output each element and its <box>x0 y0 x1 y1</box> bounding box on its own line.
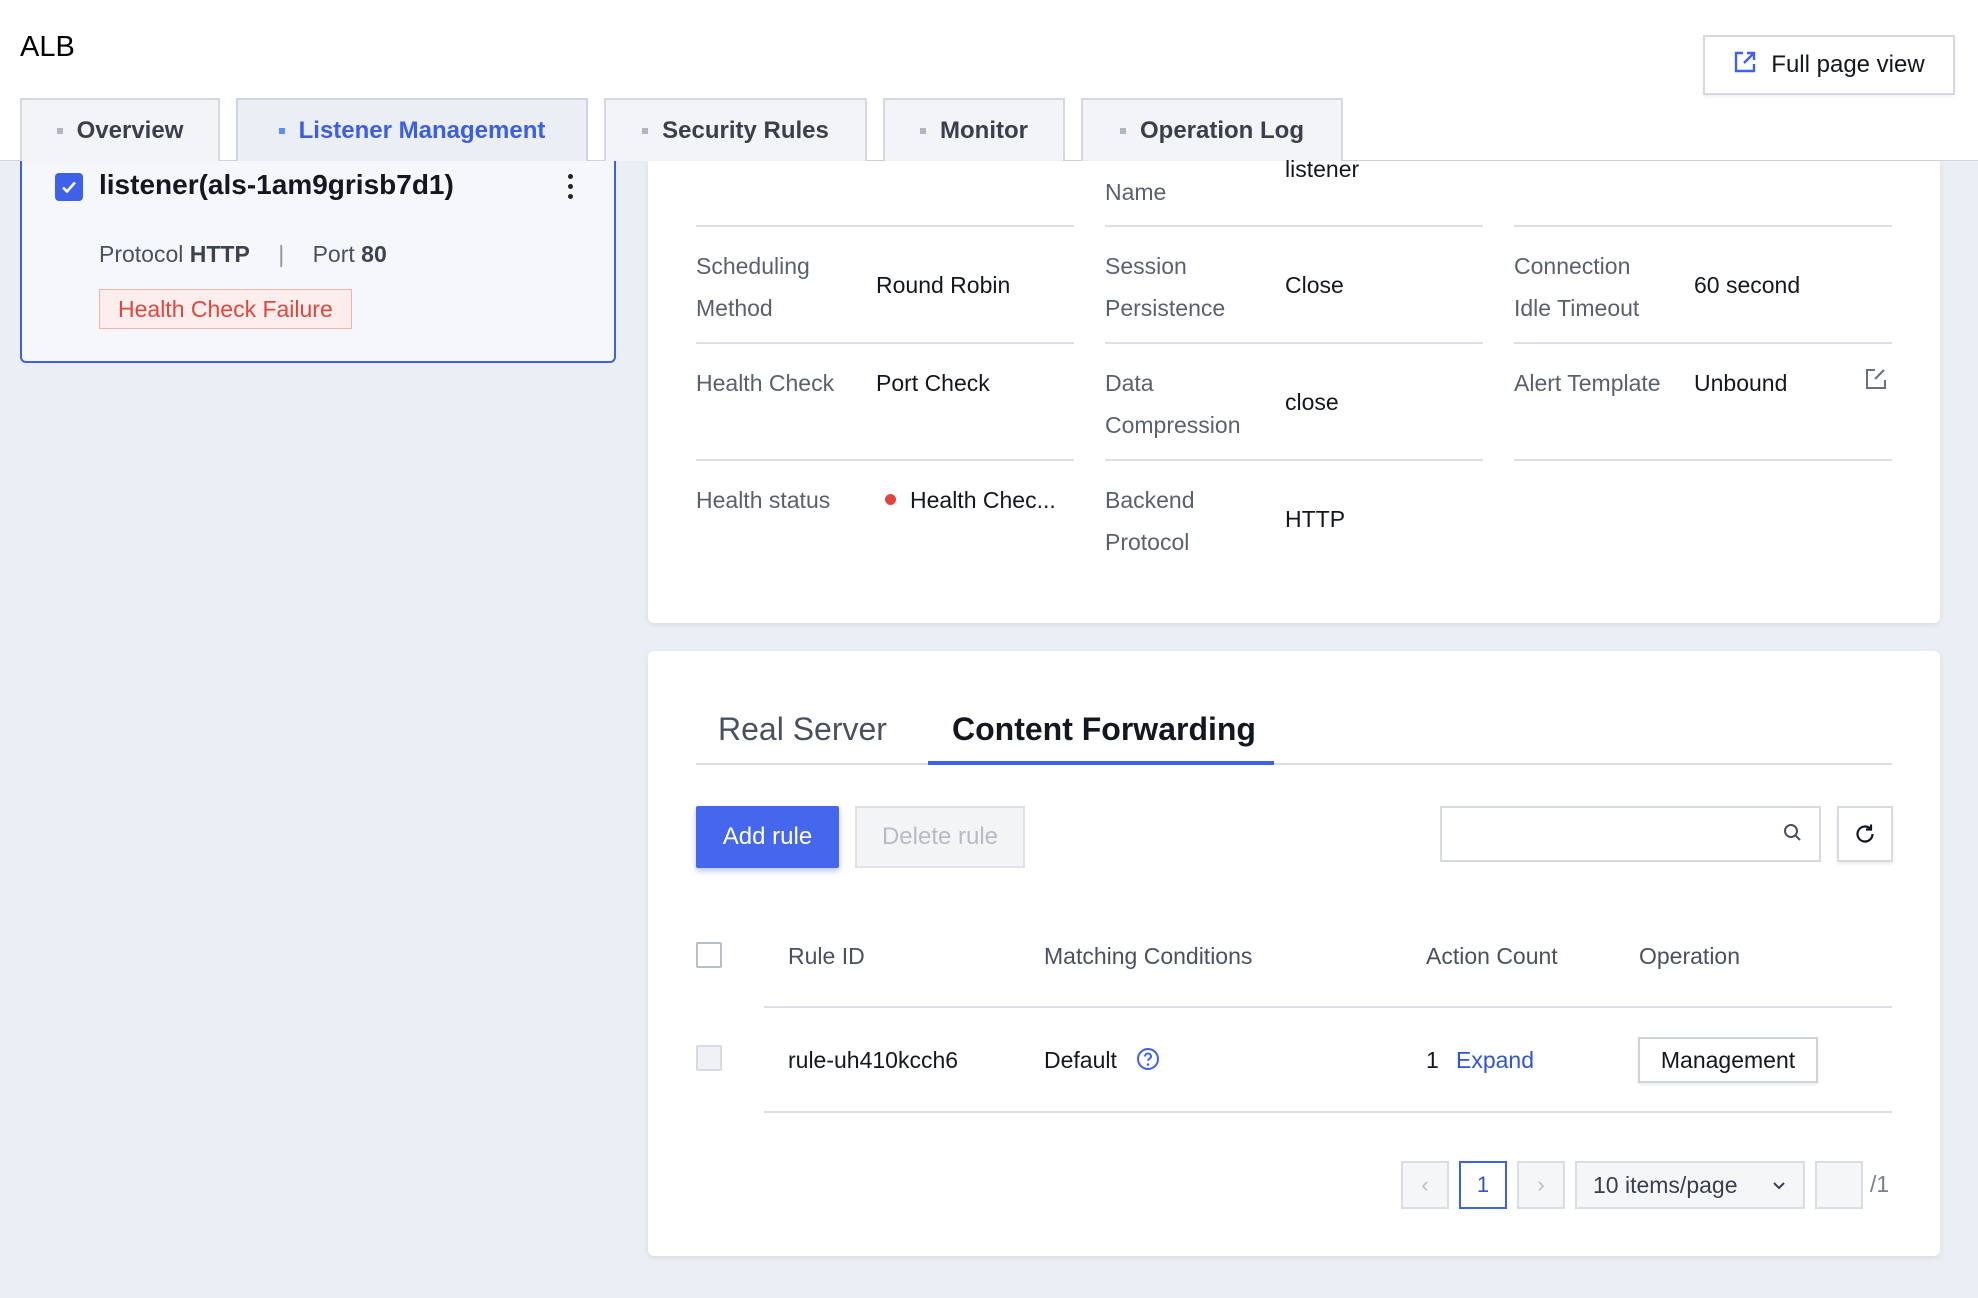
delete-rule-button[interactable]: Delete rule <box>855 806 1025 868</box>
health-status-label: Health status <box>696 487 831 513</box>
listener-name: listener(als-1am9grisb7d1) <box>99 169 454 200</box>
alert-template-label: Alert Template <box>1514 370 1661 396</box>
divider <box>1105 342 1483 344</box>
full-page-view-label: Full page view <box>1771 51 1925 78</box>
error-dot-icon <box>885 494 896 506</box>
next-page-button[interactable]: › <box>1517 1161 1565 1209</box>
tab-label: Security Rules <box>662 116 829 144</box>
full-page-view-button[interactable]: Full page view <box>1703 35 1955 95</box>
port-label: Port <box>312 241 355 267</box>
tab-dot-icon <box>278 128 285 134</box>
name-value: listener <box>1285 156 1360 182</box>
tab-listener-management[interactable]: Listener Management <box>236 98 588 162</box>
edit-icon[interactable] <box>1864 367 1888 396</box>
health-check-value: Port Check <box>876 370 990 396</box>
idle-timeout-value: 60 second <box>1694 272 1801 298</box>
divider <box>1514 459 1892 461</box>
prev-page-button[interactable]: ‹ <box>1401 1161 1449 1209</box>
name-label: Name <box>1105 179 1167 205</box>
tab-security-rules[interactable]: Security Rules <box>604 98 867 161</box>
listener-card[interactable]: listener(als-1am9grisb7d1) Protocol HTTP… <box>20 161 616 363</box>
listener-protocol-port: Protocol HTTP | Port 80 <box>99 241 387 268</box>
tab-dot-icon <box>56 127 63 134</box>
divider <box>1105 459 1483 461</box>
protocol-value: HTTP <box>189 241 250 267</box>
chevron-down-icon <box>1773 1182 1785 1190</box>
top-header: ALB Full page view Overview Listener Man… <box>0 0 1978 162</box>
tab-label: Monitor <box>940 116 1028 144</box>
divider <box>696 342 1074 344</box>
scheduling-value: Round Robin <box>876 272 1011 298</box>
check-icon <box>62 181 76 194</box>
divider <box>1514 225 1892 227</box>
backend-protocol-label: Backend Protocol <box>1105 487 1195 555</box>
column-header-operation: Operation <box>1639 943 1741 969</box>
listener-checkbox[interactable] <box>55 173 83 201</box>
search-input[interactable] <box>1440 806 1821 862</box>
page-size-select[interactable]: 10 items/page <box>1575 1161 1805 1209</box>
backend-protocol-value: HTTP <box>1285 506 1346 532</box>
table-divider <box>764 1006 1892 1008</box>
management-button[interactable]: Management <box>1638 1037 1818 1083</box>
session-persistence-value: Close <box>1285 272 1344 298</box>
health-check-label: Health Check <box>696 370 835 396</box>
tab-content-forwarding[interactable]: Content Forwarding <box>952 711 1256 748</box>
column-header-matching-conditions: Matching Conditions <box>1044 943 1253 969</box>
session-persistence-label: Session Persistence <box>1105 253 1226 321</box>
refresh-icon <box>1856 824 1874 843</box>
alert-template-value: Unbound <box>1694 370 1788 396</box>
table-divider <box>764 1111 1892 1113</box>
row-checkbox[interactable] <box>696 1045 722 1071</box>
refresh-button[interactable] <box>1837 806 1893 862</box>
separator: | <box>278 241 285 267</box>
active-tab-indicator <box>928 761 1274 765</box>
divider <box>696 459 1074 461</box>
total-pages: /1 <box>1870 1171 1890 1197</box>
column-header-action-count: Action Count <box>1426 943 1558 969</box>
tab-monitor[interactable]: Monitor <box>883 98 1065 161</box>
tab-dot-icon <box>920 127 926 134</box>
app-title: ALB <box>20 31 75 63</box>
page-size-label: 10 items/page <box>1593 1171 1738 1198</box>
external-link-icon <box>1733 50 1757 81</box>
scheduling-label: Scheduling Method <box>696 253 810 321</box>
add-rule-button[interactable]: Add rule <box>696 806 839 868</box>
health-status-value: Health Chec... <box>885 479 1056 521</box>
tab-label: Operation Log <box>1140 116 1304 144</box>
action-count-cell: 1 <box>1426 1047 1439 1073</box>
status-badge: Health Check Failure <box>99 289 352 329</box>
tab-dot-icon <box>642 127 649 134</box>
idle-timeout-label: Connection Idle Timeout <box>1514 253 1640 321</box>
rule-id-cell: rule-uh410kcch6 <box>788 1047 959 1073</box>
tab-real-server[interactable]: Real Server <box>718 711 887 748</box>
data-compression-value: close <box>1285 389 1339 415</box>
port-value: 80 <box>361 241 387 267</box>
page-number-button[interactable]: 1 <box>1459 1161 1507 1209</box>
tab-overview[interactable]: Overview <box>20 98 220 161</box>
tab-label: Overview <box>76 116 184 144</box>
search-icon <box>1783 823 1803 848</box>
subtab-divider <box>696 763 1892 765</box>
page-jump-input[interactable] <box>1815 1161 1863 1209</box>
tab-dot-icon <box>1120 127 1126 134</box>
help-icon[interactable] <box>1136 1047 1160 1076</box>
matching-condition-cell: Default <box>1044 1047 1117 1073</box>
data-compression-label: Data Compression <box>1105 370 1241 438</box>
divider <box>696 225 1074 227</box>
protocol-label: Protocol <box>99 241 184 267</box>
column-header-rule-id: Rule ID <box>788 943 865 969</box>
more-options-icon[interactable] <box>562 171 578 201</box>
rules-panel: Real Server Content Forwarding Add rule … <box>648 651 1940 1256</box>
select-all-checkbox[interactable] <box>696 942 722 968</box>
listener-details-panel: Name listener Scheduling Method Round Rob… <box>648 156 1940 623</box>
tab-label: Listener Management <box>298 117 546 144</box>
expand-link[interactable]: Expand <box>1456 1042 1534 1078</box>
divider <box>1105 225 1483 227</box>
divider <box>1514 342 1892 344</box>
